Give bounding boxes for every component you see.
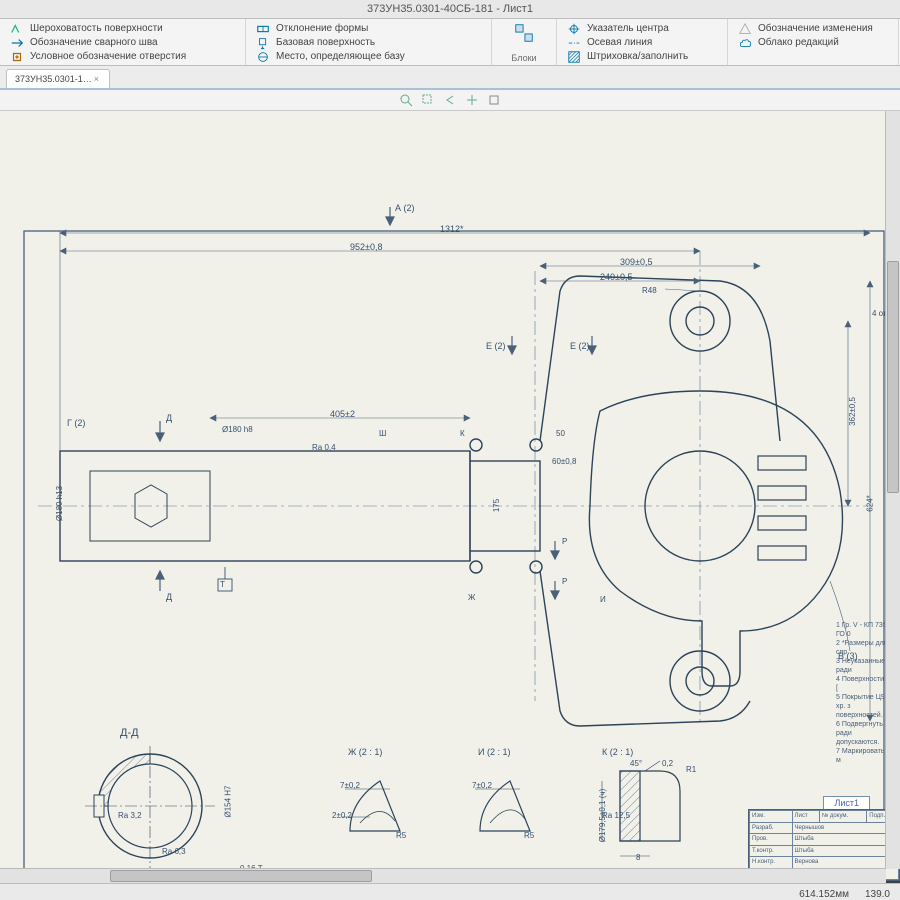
weld-icon xyxy=(10,36,24,50)
centerline-icon xyxy=(567,36,581,50)
form-tol-icon xyxy=(256,22,270,36)
hole-icon xyxy=(10,50,24,64)
view-toolbar xyxy=(0,90,900,111)
window-titlebar: 373УН35.0301-40СБ-181 - Лист1 xyxy=(0,0,900,19)
status-coord-x: 614.152мм xyxy=(799,889,849,900)
section-arrow-d-top: Д xyxy=(166,413,172,423)
window-title: 373УН35.0301-40СБ-181 - Лист1 xyxy=(367,3,533,15)
view-cube-icon[interactable] xyxy=(487,93,501,107)
dd-phi154: Ø154 H7 xyxy=(224,785,233,817)
horizontal-scrollbar[interactable] xyxy=(0,868,886,883)
datum-t: Т xyxy=(220,580,225,589)
cmd-center-mark[interactable]: Указатель центра xyxy=(567,22,717,35)
ribbon-group-revisions: Обозначение изменения Облако редакций xyxy=(728,19,899,65)
dim-624: 624* xyxy=(866,495,875,511)
detail-title-i: И (2 : 1) xyxy=(478,747,510,757)
label-k: К xyxy=(460,429,465,438)
cmd-surface-roughness[interactable]: Шероховатость поверхности xyxy=(10,22,235,35)
label-sh: Ш xyxy=(379,429,386,438)
dim-50: 50 xyxy=(556,429,565,438)
cmd-form-tolerance[interactable]: Отклонение формы xyxy=(256,22,481,35)
detail-title-k: К (2 : 1) xyxy=(602,747,633,757)
section-arrow-p-bot: Р xyxy=(562,577,567,586)
zoom-fit-icon[interactable] xyxy=(399,93,413,107)
section-label-g: Г (2) xyxy=(67,418,85,428)
doctab-name: 373УН35.0301-1… xyxy=(15,70,92,88)
ribbon-group-surface: Шероховатость поверхности Обозначение св… xyxy=(0,19,246,65)
dim-1312: 1312* xyxy=(440,224,464,234)
dd-ra63: Ra 6,3 xyxy=(162,847,186,856)
document-tab-active[interactable]: 373УН35.0301-1… × xyxy=(6,69,110,88)
dim-ra04: Ra 0,4 xyxy=(312,443,336,452)
cmd-hole-callout[interactable]: Условное обозначение отверстия xyxy=(10,50,235,63)
drawing-canvas[interactable]: А (2) 1312* 952±0,8 309±0,5 240±0,5 R48 … xyxy=(0,111,900,883)
cmd-revision-symbol[interactable]: Обозначение изменения xyxy=(738,22,888,35)
zoom-area-icon[interactable] xyxy=(421,93,435,107)
cmd-hatch[interactable]: Штриховка/заполнить xyxy=(567,50,717,63)
dim-175: 175 xyxy=(492,499,501,512)
scrollbar-thumb[interactable] xyxy=(887,261,899,493)
drawing-sheet: А (2) 1312* 952±0,8 309±0,5 240±0,5 R48 … xyxy=(0,111,900,881)
section-label-a: А (2) xyxy=(395,203,415,213)
dim-60: 60±0,8 xyxy=(552,457,576,466)
zh-dim-7: 7±0,2 xyxy=(340,781,360,790)
k-phi179: Ø179,5±0,1 (ч) xyxy=(598,789,607,842)
vertical-scrollbar[interactable] xyxy=(885,111,900,869)
detail-title-zh: Ж (2 : 1) xyxy=(348,747,382,757)
sheet-tag[interactable]: Лист1 xyxy=(823,796,870,810)
label-zh: Ж xyxy=(468,593,475,602)
status-bar: 614.152мм 139.0 xyxy=(0,883,900,900)
document-tabs: 373УН35.0301-1… × xyxy=(0,66,900,90)
scrollbar-thumb[interactable] xyxy=(110,870,372,882)
section-arrow-d-bot: Д xyxy=(166,592,172,602)
ribbon-group-form: Отклонение формы Базовая поверхность Мес… xyxy=(246,19,492,65)
dd-ra32: Ra 3,2 xyxy=(118,811,142,820)
section-label-e-left: Е (2) xyxy=(486,341,506,351)
blocks-icon[interactable] xyxy=(513,22,535,44)
k-02: 0,2 xyxy=(662,759,673,768)
cmd-weld-symbol[interactable]: Обозначение сварного шва xyxy=(10,36,235,49)
section-label-e-right: Е (2) xyxy=(570,341,590,351)
datum-icon xyxy=(256,36,270,50)
dim-r48: R48 xyxy=(642,286,657,295)
dim-phi180: Ø180 h8 xyxy=(222,425,253,434)
cmd-datum-target[interactable]: Место, определяющее базу xyxy=(256,50,481,63)
status-coord-y: 139.0 xyxy=(865,889,890,900)
rev-symbol-icon xyxy=(738,22,752,36)
hatch-icon xyxy=(567,50,581,64)
dim-309: 309±0,5 xyxy=(620,257,652,267)
k-r1: R1 xyxy=(686,765,696,774)
pan-icon[interactable] xyxy=(465,93,479,107)
close-icon[interactable]: × xyxy=(94,70,99,88)
cmd-revision-cloud[interactable]: Облако редакций xyxy=(738,36,888,49)
blocks-label: Блоки xyxy=(511,53,536,63)
center-mark-icon xyxy=(567,22,581,36)
k-45: 45° xyxy=(630,759,642,768)
label-i: И xyxy=(600,595,606,604)
i-r5: R5 xyxy=(524,831,534,840)
section-arrow-p-top: Р xyxy=(562,537,567,546)
ribbon-group-blocks: Блоки xyxy=(492,19,557,65)
dim-362: 362±0,5 xyxy=(848,397,857,426)
cmd-centerline[interactable]: Осевая линия xyxy=(567,36,717,49)
rev-cloud-icon xyxy=(738,36,752,50)
datum-target-icon xyxy=(256,50,270,64)
dim-phi180-vert: Ø180 h13 xyxy=(55,486,64,521)
i-dim-7: 7±0,2 xyxy=(472,781,492,790)
zoom-prev-icon[interactable] xyxy=(443,93,457,107)
section-title-dd: Д-Д xyxy=(120,727,139,739)
cmd-datum[interactable]: Базовая поверхность xyxy=(256,36,481,49)
ribbon: Шероховатость поверхности Обозначение св… xyxy=(0,19,900,66)
k-8: 8 xyxy=(636,853,640,862)
zh-dim-2: 2±0,2 xyxy=(332,811,352,820)
ribbon-group-centerlines: Указатель центра Осевая линия Штриховка/… xyxy=(557,19,728,65)
roughness-icon xyxy=(10,22,24,36)
dim-240: 240±0,5 xyxy=(600,272,632,282)
dim-952: 952±0,8 xyxy=(350,242,382,252)
zh-r5: R5 xyxy=(396,831,406,840)
dim-405: 405±2 xyxy=(330,409,355,419)
